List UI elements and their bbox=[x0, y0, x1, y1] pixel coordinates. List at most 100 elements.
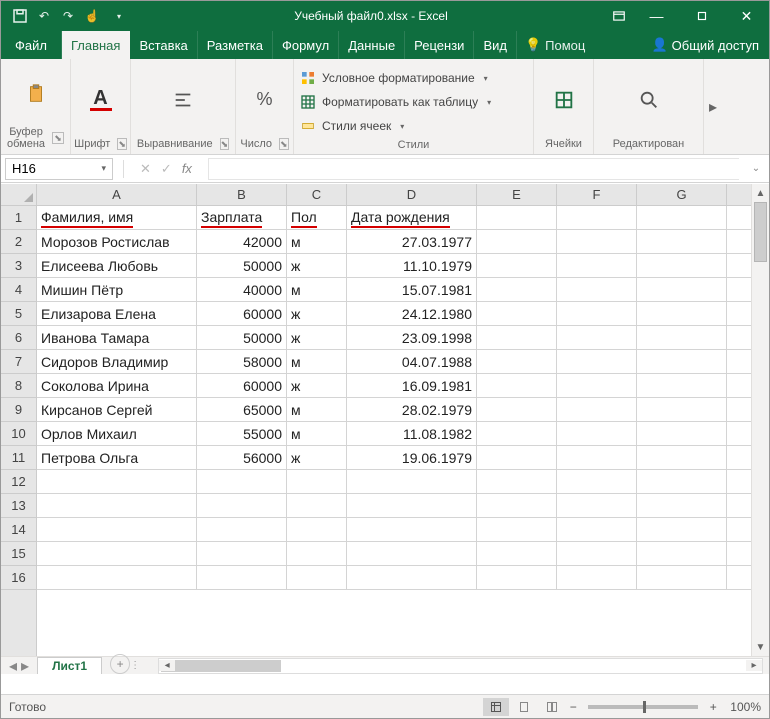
dialog-launcher-icon[interactable]: ⬊ bbox=[220, 138, 230, 150]
cell[interactable] bbox=[347, 470, 477, 493]
row-header-14[interactable]: 14 bbox=[1, 518, 36, 542]
cell[interactable]: Зарплата bbox=[197, 206, 287, 229]
cell[interactable]: 58000 bbox=[197, 350, 287, 373]
cell[interactable]: Орлов Михаил bbox=[37, 422, 197, 445]
tab-home[interactable]: Главная bbox=[62, 31, 130, 59]
cell[interactable] bbox=[37, 494, 197, 517]
cell[interactable] bbox=[557, 278, 637, 301]
cell[interactable]: 23.09.1998 bbox=[347, 326, 477, 349]
cell[interactable] bbox=[197, 470, 287, 493]
cell[interactable] bbox=[287, 518, 347, 541]
cell[interactable] bbox=[477, 254, 557, 277]
sheet-nav-buttons[interactable]: ◂▸ bbox=[1, 656, 37, 676]
cell[interactable] bbox=[557, 566, 637, 589]
tab-file[interactable]: Файл bbox=[1, 31, 62, 59]
cell[interactable]: 28.02.1979 bbox=[347, 398, 477, 421]
cell[interactable]: Петрова Ольга bbox=[37, 446, 197, 469]
vertical-scrollbar[interactable]: ▲ ▼ bbox=[751, 184, 769, 656]
dialog-launcher-icon[interactable]: ⬊ bbox=[279, 138, 289, 150]
cell[interactable]: 65000 bbox=[197, 398, 287, 421]
row-header-8[interactable]: 8 bbox=[1, 374, 36, 398]
cell[interactable]: Фамилия, имя bbox=[37, 206, 197, 229]
cell[interactable] bbox=[197, 566, 287, 589]
cell[interactable]: 04.07.1988 bbox=[347, 350, 477, 373]
row-header-13[interactable]: 13 bbox=[1, 494, 36, 518]
cell[interactable] bbox=[37, 518, 197, 541]
page-break-view-button[interactable] bbox=[539, 698, 565, 716]
close-button[interactable]: ✕ bbox=[724, 1, 769, 31]
next-sheet-icon[interactable]: ▸ bbox=[21, 656, 29, 676]
horizontal-scrollbar[interactable]: ◂ ▸ bbox=[158, 658, 763, 674]
cell[interactable]: Мишин Пётр bbox=[37, 278, 197, 301]
cell[interactable] bbox=[477, 494, 557, 517]
tab-review[interactable]: Рецензи bbox=[405, 31, 474, 59]
row-header-6[interactable]: 6 bbox=[1, 326, 36, 350]
maximize-button[interactable] bbox=[679, 1, 724, 31]
cell[interactable]: м bbox=[287, 278, 347, 301]
cell[interactable]: 50000 bbox=[197, 326, 287, 349]
cell[interactable]: Елисеева Любовь bbox=[37, 254, 197, 277]
col-header-C[interactable]: C bbox=[287, 184, 347, 205]
cell[interactable] bbox=[557, 470, 637, 493]
cell[interactable] bbox=[197, 494, 287, 517]
cell[interactable]: 40000 bbox=[197, 278, 287, 301]
tab-view[interactable]: Вид bbox=[474, 31, 517, 59]
conditional-formatting-button[interactable]: Условное форматирование▾ bbox=[300, 67, 488, 89]
cell[interactable] bbox=[347, 494, 477, 517]
cell[interactable]: ж bbox=[287, 254, 347, 277]
cell[interactable] bbox=[637, 542, 727, 565]
zoom-level[interactable]: 100% bbox=[730, 700, 761, 714]
cell[interactable]: Елизарова Елена bbox=[37, 302, 197, 325]
cell[interactable] bbox=[287, 494, 347, 517]
cell[interactable] bbox=[287, 566, 347, 589]
cell[interactable] bbox=[477, 470, 557, 493]
cell[interactable] bbox=[557, 542, 637, 565]
tab-data[interactable]: Данные bbox=[339, 31, 405, 59]
col-header-E[interactable]: E bbox=[477, 184, 557, 205]
cell[interactable] bbox=[347, 566, 477, 589]
tab-formulas[interactable]: Формул bbox=[273, 31, 339, 59]
cell[interactable] bbox=[637, 470, 727, 493]
cell[interactable] bbox=[197, 518, 287, 541]
cell[interactable] bbox=[637, 494, 727, 517]
row-header-2[interactable]: 2 bbox=[1, 230, 36, 254]
select-all-button[interactable] bbox=[1, 184, 37, 206]
cell[interactable]: Соколова Ирина bbox=[37, 374, 197, 397]
redo-icon[interactable]: ↷ bbox=[59, 7, 77, 25]
page-layout-view-button[interactable] bbox=[511, 698, 537, 716]
cell[interactable]: 16.09.1981 bbox=[347, 374, 477, 397]
number-button[interactable]: % bbox=[254, 89, 276, 111]
cell[interactable] bbox=[637, 374, 727, 397]
row-header-1[interactable]: 1 bbox=[1, 206, 36, 230]
cell[interactable]: 55000 bbox=[197, 422, 287, 445]
cell[interactable] bbox=[287, 542, 347, 565]
normal-view-button[interactable] bbox=[483, 698, 509, 716]
dialog-launcher-icon[interactable]: ⬊ bbox=[117, 138, 127, 150]
cell[interactable] bbox=[637, 446, 727, 469]
cell[interactable] bbox=[477, 542, 557, 565]
scroll-down-icon[interactable]: ▼ bbox=[752, 638, 769, 656]
row-header-3[interactable]: 3 bbox=[1, 254, 36, 278]
add-sheet-button[interactable]: + bbox=[110, 654, 130, 674]
col-header-G[interactable]: G bbox=[637, 184, 727, 205]
row-header-4[interactable]: 4 bbox=[1, 278, 36, 302]
cell[interactable] bbox=[477, 398, 557, 421]
col-header-A[interactable]: A bbox=[37, 184, 197, 205]
alignment-button[interactable] bbox=[172, 89, 194, 111]
cell[interactable]: ж bbox=[287, 326, 347, 349]
cell[interactable]: ж bbox=[287, 446, 347, 469]
cell[interactable] bbox=[197, 542, 287, 565]
cell[interactable]: 15.07.1981 bbox=[347, 278, 477, 301]
cell[interactable] bbox=[637, 278, 727, 301]
cell[interactable] bbox=[637, 206, 727, 229]
tab-insert[interactable]: Вставка bbox=[130, 31, 197, 59]
cell[interactable] bbox=[477, 302, 557, 325]
zoom-out-button[interactable]: − bbox=[566, 700, 580, 714]
cell[interactable] bbox=[287, 470, 347, 493]
cell[interactable] bbox=[347, 518, 477, 541]
cell[interactable] bbox=[637, 398, 727, 421]
cell[interactable]: 11.08.1982 bbox=[347, 422, 477, 445]
cell[interactable]: 56000 bbox=[197, 446, 287, 469]
cell[interactable]: Пол bbox=[287, 206, 347, 229]
col-header-B[interactable]: B bbox=[197, 184, 287, 205]
